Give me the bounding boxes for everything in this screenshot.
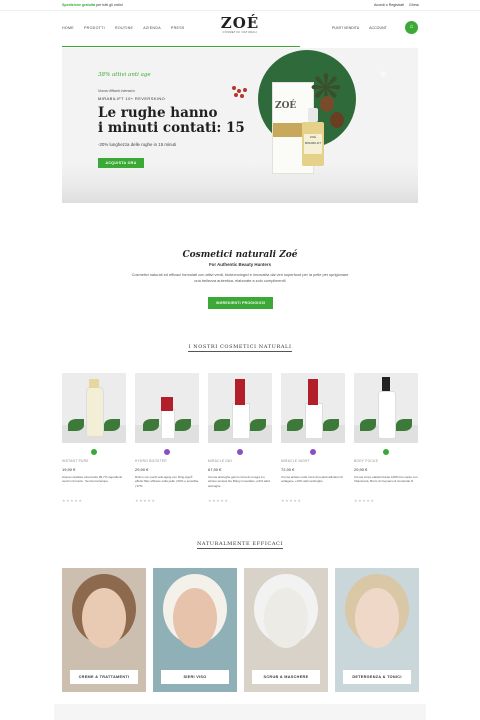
product-card[interactable]: BODY FOCUS 29,90 € Crema corpo elasticiz… [354, 373, 418, 508]
model-photo [82, 588, 126, 648]
product-name[interactable]: INSTANT PURE [62, 459, 89, 463]
rating-stars: ★★★★★ [354, 498, 375, 503]
category-card-sieri[interactable]: SIERI VISO [153, 568, 237, 692]
product-color-dot [310, 449, 316, 455]
hero-description: -20% lunghezza delle rughe in 15 minuti [98, 142, 177, 147]
logo-mark: ZOÉ [220, 14, 260, 32]
language-link[interactable]: Ghina [409, 3, 419, 7]
category-label[interactable]: SIERI VISO [161, 670, 229, 684]
header: HOME PRODOTTI ROUTINE AZIENDA PRESS ZOÉ … [0, 10, 480, 48]
nav-item-press[interactable]: PRESS [171, 26, 185, 30]
category-card-creme[interactable]: CREME & TRATTAMENTI [62, 568, 146, 692]
product-description: Crema antiete notte ricca di peptidi att… [281, 475, 343, 484]
product-image[interactable] [281, 373, 345, 443]
category-card-detergenza[interactable]: DETERGENZA & TONICI [335, 568, 419, 692]
product-description: Acqua micellare struccante 99,7% ingredi… [62, 475, 123, 484]
hero-kicker: Nuovo lifftanti intensivo [98, 89, 135, 93]
ingredients-button[interactable]: INGREDIENTI PRODIGIOSI [208, 297, 273, 309]
product-image[interactable] [354, 373, 418, 443]
product-card[interactable]: MIRACLE DAY 67,90 € Crema antirughe gior… [208, 373, 272, 508]
rating-stars: ★★★★★ [208, 498, 229, 503]
category-grid: CREME & TRATTAMENTI SIERI VISO SCRUB & M… [62, 568, 420, 692]
cart-icon[interactable]: ⌂ [405, 21, 418, 34]
product-image[interactable] [135, 373, 199, 443]
product-color-dot [91, 449, 97, 455]
product-description: Dirimo con pochi anti-aging con Ring-Age… [135, 475, 199, 488]
rating-stars: ★★★★★ [281, 498, 302, 503]
category-card-scrub[interactable]: SCRUB & MASCHERE [244, 568, 328, 692]
product-color-dot [237, 449, 243, 455]
product-description: Crema corpo elasticizzante 100% bio verd… [354, 475, 418, 484]
marble-surface [62, 163, 418, 203]
section-title-categories: NATURALMENTE EFFICACI [196, 541, 284, 549]
product-price: 29,90 € [354, 467, 368, 472]
product-price: 72,90 € [281, 467, 295, 472]
intro-title: Cosmetici naturali Zoé [182, 250, 298, 260]
product-price: 29,90 € [135, 467, 149, 472]
pine-cone-icon [320, 96, 334, 112]
intro-subtitle: For Authentic Beauty Hunters [208, 262, 272, 267]
model-photo [355, 588, 399, 648]
section-title-products: I NOSTRI COSMETICI NATURALI [188, 344, 292, 352]
product-color-dot [383, 449, 389, 455]
category-label[interactable]: DETERGENZA & TONICI [343, 670, 411, 684]
product-card[interactable]: INSTANT PURE 19,90 € Acqua micellare str… [62, 373, 126, 508]
footer-strip [54, 704, 426, 720]
nav-item-punti-vendita[interactable]: PUNTI VENDITA [332, 26, 359, 30]
product-image[interactable] [208, 373, 272, 443]
berry-icon: ✲ [380, 70, 387, 79]
product-price: 19,90 € [62, 467, 76, 472]
serum-bottle: ZOÉ MIRABILIFT [302, 108, 324, 166]
secondary-nav: PUNTI VENDITA ACCOUNT [332, 26, 387, 30]
category-label[interactable]: SCRUB & MASCHERE [252, 670, 320, 684]
product-description: Crema antirughe giorno ricca di omega 3 … [208, 475, 271, 488]
nav-underline [62, 46, 300, 47]
pine-cone-icon [330, 112, 344, 128]
product-name[interactable]: BODY FOCUS [354, 459, 378, 463]
product-name[interactable]: MIRACLE NIGHT [281, 459, 310, 463]
category-label[interactable]: CREME & TRATTAMENTI [70, 670, 138, 684]
product-card[interactable]: MIRACLE NIGHT 72,90 € Crema antiete nott… [281, 373, 345, 508]
product-name[interactable]: HYDRO BOOSTER [135, 459, 167, 463]
logo[interactable]: ZOÉ COSMETICI NATURALI [215, 14, 265, 35]
model-photo [173, 588, 217, 648]
nav-item-prodotti[interactable]: PRODOTTI [84, 26, 105, 30]
promo-text: Spedizione gratuita per tutti gli ordini [62, 3, 123, 7]
nav-item-routine[interactable]: ROUTINE [115, 26, 133, 30]
product-card[interactable]: HYDRO BOOSTER 29,90 € Dirimo con pochi a… [135, 373, 199, 508]
product-name[interactable]: MIRACLE DAY [208, 459, 233, 463]
model-photo [264, 588, 308, 648]
hero-cta-button[interactable]: ACQUISTA ORA [98, 158, 144, 168]
product-color-dot [164, 449, 170, 455]
product-price: 67,90 € [208, 467, 222, 472]
hero-banner: ZOÉ ❋ ZOÉ MIRABILIFT ✲ 38% attivi anti a… [62, 48, 418, 203]
intro-text: Cosmetici naturali ed efficaci formulati… [131, 272, 349, 283]
rating-stars: ★★★★★ [135, 498, 156, 503]
hero-product-name: MIRABILIFT 10+ REVERSKINO [98, 96, 166, 101]
nav-item-home[interactable]: HOME [62, 26, 74, 30]
hero-tag: 38% attivi anti age [98, 72, 151, 78]
hero-title: Le rughe hanno i minuti contati: 15 [98, 105, 245, 136]
nav-item-azienda[interactable]: AZIENDA [143, 26, 161, 30]
main-nav: HOME PRODOTTI ROUTINE AZIENDA PRESS [62, 26, 185, 30]
nav-item-account[interactable]: ACCOUNT [369, 26, 387, 30]
product-image[interactable] [62, 373, 126, 443]
rating-stars: ★★★★★ [62, 498, 83, 503]
login-link[interactable]: Accedi o Registrati [374, 3, 404, 7]
product-grid: INSTANT PURE 19,90 € Acqua micellare str… [62, 373, 420, 508]
